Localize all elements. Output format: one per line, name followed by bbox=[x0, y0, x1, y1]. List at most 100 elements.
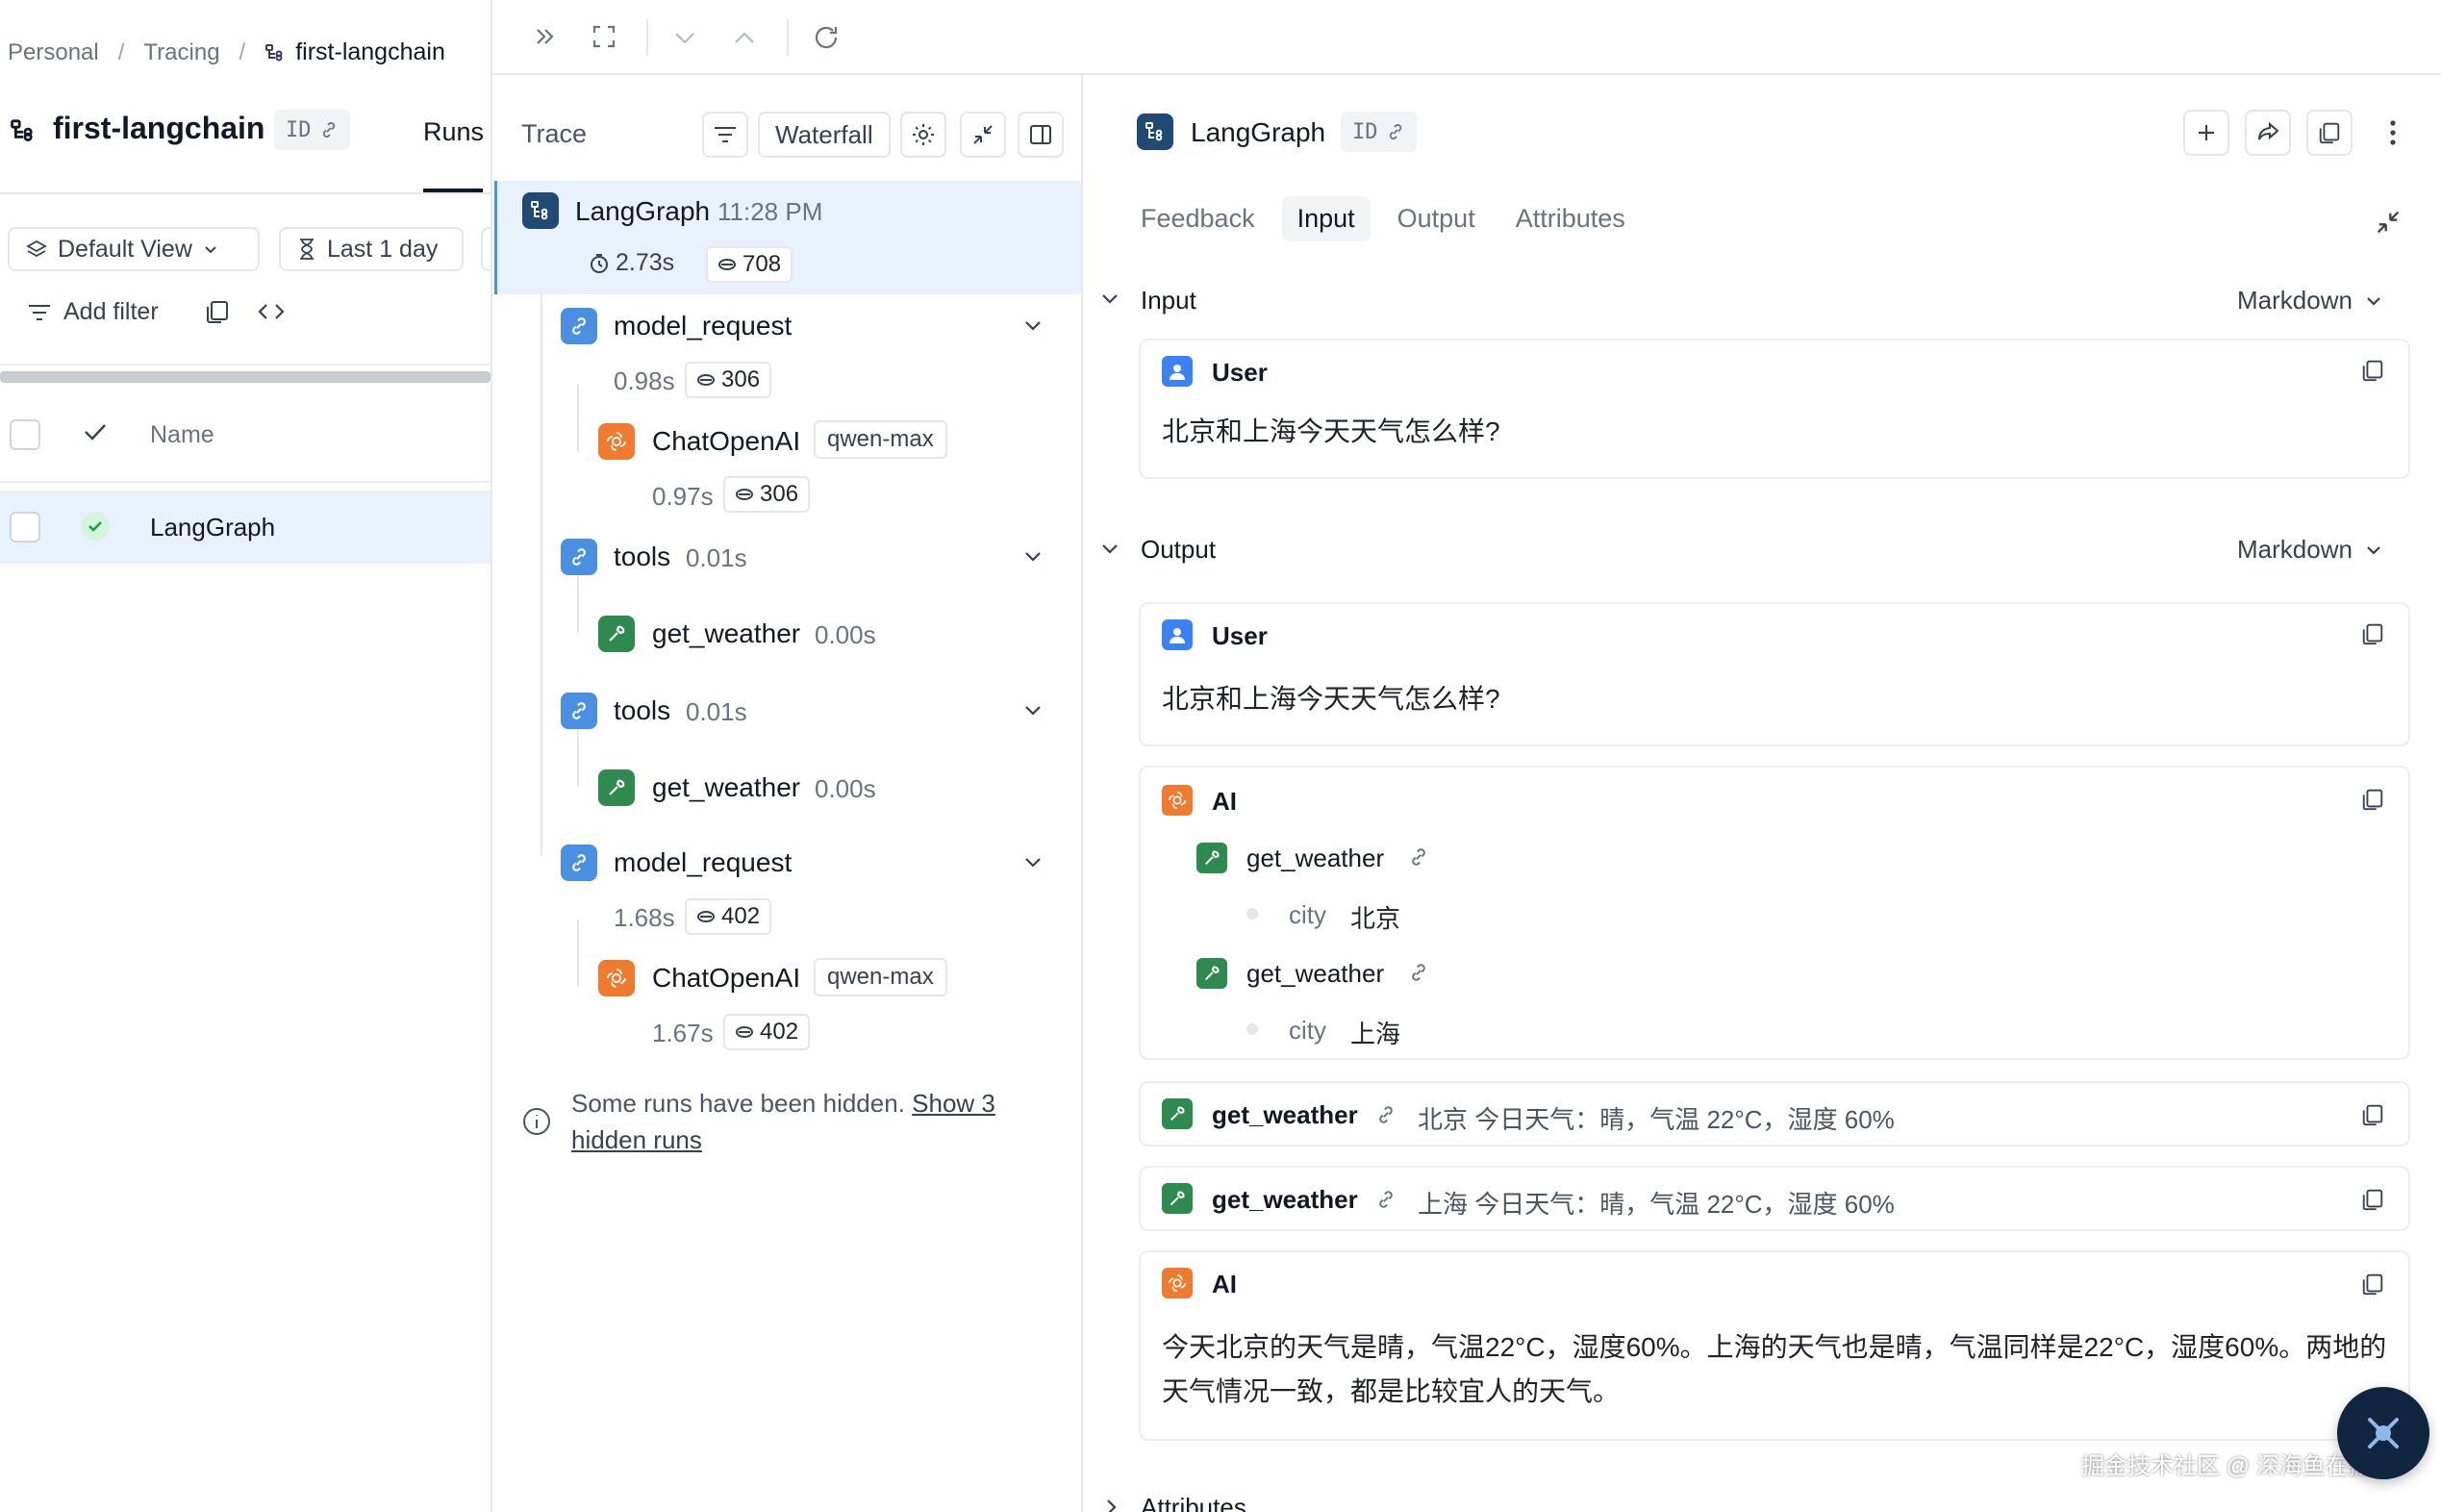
tab-output[interactable]: Output bbox=[1384, 196, 1489, 241]
fullscreen-icon[interactable] bbox=[591, 23, 617, 50]
collapse-arrows-icon[interactable] bbox=[2374, 208, 2403, 237]
breadcrumb-current[interactable]: first-langchain bbox=[295, 38, 445, 66]
time-range-select[interactable]: Last 1 day bbox=[279, 227, 464, 271]
select-all-checkbox[interactable] bbox=[10, 419, 40, 450]
link-icon[interactable] bbox=[1375, 1189, 1397, 1210]
assistant-icon bbox=[2356, 1406, 2410, 1460]
copy-icon[interactable] bbox=[2360, 1272, 2385, 1297]
link-icon[interactable] bbox=[1375, 1104, 1397, 1125]
code-icon[interactable] bbox=[256, 298, 287, 325]
input-format-select[interactable]: Markdown bbox=[2237, 286, 2383, 315]
user-icon bbox=[1162, 619, 1193, 650]
input-section-title[interactable]: Input bbox=[1141, 286, 1196, 315]
copy-icon[interactable] bbox=[2360, 787, 2385, 812]
tool-call-name: get_weather bbox=[1246, 959, 1385, 988]
tab-feedback[interactable]: Feedback bbox=[1127, 196, 1269, 241]
wrench-icon bbox=[598, 616, 635, 652]
node-token-count: 306 bbox=[721, 366, 761, 392]
trace-node-name[interactable]: get_weather bbox=[652, 618, 800, 649]
add-button[interactable] bbox=[2183, 110, 2229, 156]
id-label: ID bbox=[1352, 119, 1378, 144]
add-filter-button[interactable]: Add filter bbox=[27, 298, 159, 326]
chevron-down-icon[interactable] bbox=[1098, 539, 1121, 560]
tab-input[interactable]: Input bbox=[1281, 196, 1371, 241]
link-icon[interactable] bbox=[1408, 846, 1429, 868]
chevron-up-icon[interactable] bbox=[731, 25, 758, 50]
trace-node-name[interactable]: model_request bbox=[614, 311, 792, 341]
model-badge: qwen-max bbox=[814, 958, 947, 996]
run-name[interactable]: LangGraph bbox=[150, 513, 275, 542]
node-latency: 0.97s bbox=[652, 482, 714, 511]
add-filter-label: Add filter bbox=[63, 298, 159, 325]
node-latency: 0.00s bbox=[815, 620, 876, 649]
copy-icon[interactable] bbox=[2360, 1102, 2385, 1127]
chevron-down-icon[interactable] bbox=[1021, 852, 1044, 873]
copy-icon[interactable] bbox=[2360, 621, 2385, 646]
trace-node-name[interactable]: get_weather bbox=[652, 772, 800, 803]
trace-node-name[interactable]: ChatOpenAI bbox=[652, 963, 800, 994]
wrench-icon bbox=[1196, 958, 1227, 989]
breadcrumb-personal[interactable]: Personal bbox=[8, 39, 99, 66]
layers-icon bbox=[25, 238, 48, 261]
chevron-down-icon[interactable] bbox=[1098, 289, 1121, 310]
breadcrumb-tracing[interactable]: Tracing bbox=[143, 39, 219, 66]
trace-settings-button[interactable] bbox=[900, 112, 946, 158]
detail-id-button[interactable]: ID bbox=[1341, 112, 1417, 152]
langgraph-icon bbox=[522, 192, 559, 229]
info-icon bbox=[521, 1106, 552, 1137]
trace-node-name[interactable]: model_request bbox=[614, 847, 792, 878]
tool-call-name: get_weather bbox=[1246, 844, 1385, 872]
copy-button[interactable] bbox=[2306, 110, 2353, 156]
trace-filter-button[interactable] bbox=[702, 112, 748, 158]
tab-runs[interactable]: Runs bbox=[423, 117, 484, 147]
output-section-title[interactable]: Output bbox=[1141, 535, 1216, 565]
user-icon bbox=[1162, 356, 1193, 387]
name-column-header[interactable]: Name bbox=[150, 421, 214, 449]
link-icon[interactable] bbox=[1408, 962, 1429, 983]
message-role: AI bbox=[1212, 787, 1237, 816]
chevron-down-icon[interactable] bbox=[671, 25, 698, 50]
openai-icon bbox=[1162, 785, 1193, 816]
output-format-select[interactable]: Markdown bbox=[2237, 535, 2383, 565]
wrench-icon bbox=[1162, 1183, 1193, 1214]
view-select[interactable]: Default View bbox=[8, 227, 260, 271]
message-text-line-1: 今天北京的天气是晴，气温22°C，湿度60%。上海的天气也是晴，气温同样是22°… bbox=[1162, 1332, 2387, 1362]
expand-panel-icon[interactable] bbox=[532, 23, 559, 50]
project-id-button[interactable]: ID bbox=[274, 110, 350, 150]
chevron-right-icon[interactable] bbox=[1100, 1497, 1121, 1512]
horizontal-scrollbar[interactable] bbox=[0, 371, 491, 383]
chevron-down-icon[interactable] bbox=[1021, 315, 1044, 337]
trace-label: Trace bbox=[521, 119, 588, 148]
copy-icon[interactable] bbox=[2360, 358, 2385, 383]
show-hidden-runs-link[interactable]: Show 3 bbox=[912, 1089, 995, 1118]
toggle-panel-button[interactable] bbox=[1018, 112, 1064, 158]
waterfall-button[interactable]: Waterfall bbox=[758, 112, 891, 158]
node-token-badge: 306 bbox=[685, 362, 772, 398]
openai-icon bbox=[1162, 1268, 1193, 1298]
copy-icon[interactable] bbox=[204, 298, 231, 325]
row-checkbox[interactable] bbox=[10, 512, 40, 542]
trace-node-name[interactable]: tools bbox=[614, 542, 670, 572]
floating-assistant-button[interactable] bbox=[2337, 1387, 2429, 1479]
share-button[interactable] bbox=[2245, 110, 2291, 156]
runs-panel: Personal / Tracing / first-langchain fir… bbox=[0, 0, 492, 1512]
more-vertical-icon[interactable] bbox=[2381, 117, 2404, 148]
copy-icon[interactable] bbox=[2360, 1187, 2385, 1212]
breadcrumb-separator: / bbox=[239, 38, 246, 65]
tab-attributes[interactable]: Attributes bbox=[1502, 196, 1639, 241]
message-text: 北京和上海今天天气怎么样? bbox=[1162, 684, 1500, 714]
attributes-section-title[interactable]: Attributes bbox=[1141, 1493, 1246, 1512]
trace-node-name[interactable]: tools bbox=[614, 695, 670, 726]
wrench-icon bbox=[1162, 1098, 1193, 1129]
chain-link-icon bbox=[561, 539, 597, 575]
refresh-icon[interactable] bbox=[812, 23, 841, 52]
project-title: first-langchain bbox=[53, 111, 265, 145]
chevron-down-icon[interactable] bbox=[1021, 700, 1044, 721]
chevron-down-icon[interactable] bbox=[1021, 546, 1044, 567]
header-divider bbox=[0, 481, 491, 483]
show-hidden-runs-link-cont[interactable]: hidden runs bbox=[571, 1125, 702, 1154]
coins-icon bbox=[735, 1024, 754, 1040]
collapse-button[interactable] bbox=[960, 112, 1006, 158]
trace-node-name[interactable]: ChatOpenAI bbox=[652, 426, 800, 457]
time-range-label: Last 1 day bbox=[327, 235, 439, 263]
